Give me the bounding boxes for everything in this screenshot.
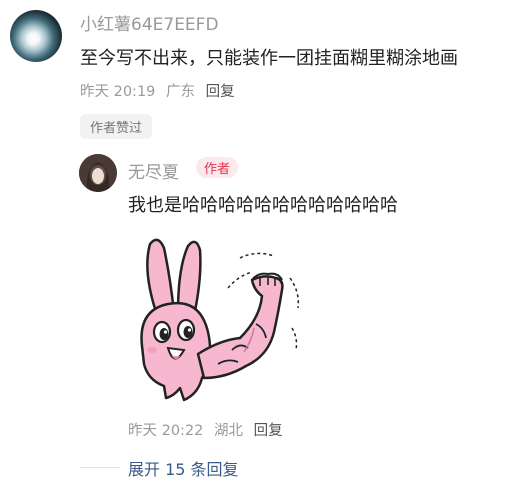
- reply-username[interactable]: 无尽夏: [128, 158, 179, 183]
- sticker-image: [140, 238, 300, 402]
- avatar[interactable]: [10, 10, 62, 62]
- comment-meta: 昨天 20:19 广东 回复: [80, 80, 241, 101]
- expand-divider: [80, 467, 120, 468]
- reply-avatar-image: [79, 154, 117, 192]
- comment-text: 至今写不出来，只能装作一团挂面糊里糊涂地画: [80, 48, 458, 69]
- comment-time: 昨天 20:19: [80, 84, 156, 100]
- reply-text: 我也是哈哈哈哈哈哈哈哈哈哈哈哈: [128, 195, 398, 216]
- author-tag: 作者: [196, 157, 239, 178]
- author-liked-badge: 作者赞过: [80, 114, 153, 139]
- expand-replies-button[interactable]: 展开 15 条回复: [128, 456, 239, 480]
- comment-location: 广东: [166, 84, 196, 100]
- reply-avatar[interactable]: [79, 154, 117, 192]
- reply-location: 湖北: [214, 423, 244, 439]
- pink-rabbit-flexing-arm-sticker[interactable]: [128, 228, 308, 408]
- reply-reply-button[interactable]: 回复: [254, 423, 283, 439]
- comment-username[interactable]: 小红薯64E7EEFD: [80, 10, 219, 35]
- reply-meta: 昨天 20:22 湖北 回复: [128, 419, 289, 440]
- reply-button[interactable]: 回复: [206, 84, 235, 100]
- reply-time: 昨天 20:22: [128, 423, 204, 439]
